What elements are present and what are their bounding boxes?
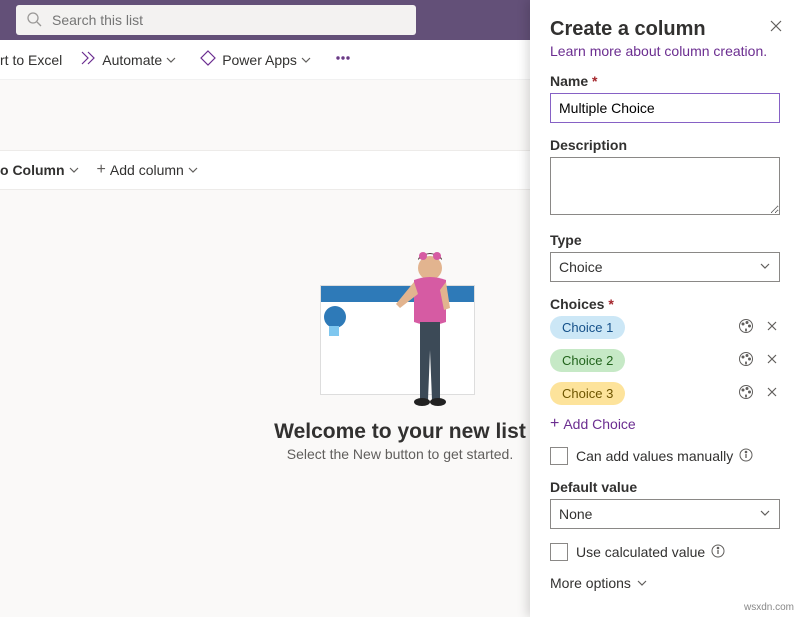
choice-pill[interactable]: Choice 2 bbox=[550, 349, 625, 372]
remove-choice-icon[interactable] bbox=[764, 318, 780, 337]
choice-row: Choice 3 bbox=[550, 382, 780, 405]
default-value: None bbox=[559, 506, 592, 522]
chevron-down-icon bbox=[759, 259, 771, 275]
close-button[interactable] bbox=[768, 18, 784, 37]
panel-title: Create a column bbox=[550, 18, 780, 41]
type-value: Choice bbox=[559, 259, 603, 275]
hero-subtitle: Select the New button to get started. bbox=[240, 446, 560, 462]
hero: + Welcome to your new list Select the Ne… bbox=[240, 250, 560, 462]
add-choice-button[interactable]: + Add Choice bbox=[550, 415, 780, 433]
type-label: Type bbox=[550, 232, 780, 248]
ellipsis-icon bbox=[335, 50, 357, 69]
calc-label: Use calculated value bbox=[576, 544, 705, 560]
add-column-label: Add column bbox=[110, 162, 184, 178]
manual-label: Can add values manually bbox=[576, 448, 733, 464]
plus-icon: + bbox=[550, 415, 559, 433]
more-label: More options bbox=[550, 575, 631, 591]
description-label: Description bbox=[550, 137, 780, 153]
column-header[interactable]: o Column bbox=[0, 162, 79, 178]
choice-pill[interactable]: Choice 3 bbox=[550, 382, 625, 405]
more-commands-button[interactable] bbox=[335, 50, 357, 69]
palette-icon[interactable] bbox=[738, 384, 754, 403]
chevron-down-icon bbox=[759, 506, 771, 522]
choices-label: Choices * bbox=[550, 296, 780, 312]
checkbox-box bbox=[550, 543, 568, 561]
chevron-down-icon bbox=[69, 162, 79, 178]
create-column-panel: Create a column Learn more about column … bbox=[530, 0, 800, 617]
type-select[interactable]: Choice bbox=[550, 252, 780, 282]
add-choice-label: Add Choice bbox=[563, 416, 635, 432]
remove-choice-icon[interactable] bbox=[764, 351, 780, 370]
search-icon bbox=[26, 11, 50, 30]
excel-label: rt to Excel bbox=[0, 52, 62, 68]
search-box[interactable] bbox=[16, 5, 416, 35]
info-icon bbox=[733, 448, 753, 465]
hero-title: Welcome to your new list bbox=[240, 420, 560, 444]
remove-choice-icon[interactable] bbox=[764, 384, 780, 403]
default-value-label: Default value bbox=[550, 479, 780, 495]
export-to-excel-button[interactable]: rt to Excel bbox=[0, 52, 62, 68]
description-input[interactable] bbox=[550, 157, 780, 215]
column-label: o Column bbox=[0, 162, 65, 178]
name-label: Name * bbox=[550, 73, 780, 89]
choices-list: Choice 1 Choice 2 Choice 3 bbox=[550, 316, 780, 405]
search-input[interactable] bbox=[50, 11, 406, 29]
automate-label: Automate bbox=[102, 52, 162, 68]
chevron-down-icon bbox=[301, 52, 317, 68]
more-options-toggle[interactable]: More options bbox=[550, 575, 780, 591]
info-icon bbox=[705, 544, 725, 561]
hero-illustration: + bbox=[320, 250, 480, 410]
checkbox-box bbox=[550, 447, 568, 465]
power-apps-button[interactable]: Power Apps bbox=[200, 50, 317, 69]
manual-values-checkbox[interactable]: Can add values manually bbox=[550, 447, 780, 465]
default-value-select[interactable]: None bbox=[550, 499, 780, 529]
name-input[interactable] bbox=[550, 93, 780, 123]
flow-icon bbox=[80, 50, 102, 69]
plus-icon: + bbox=[97, 161, 106, 179]
add-column-button[interactable]: + Add column bbox=[97, 161, 198, 179]
chevron-down-icon bbox=[188, 162, 198, 178]
automate-button[interactable]: Automate bbox=[80, 50, 182, 69]
watermark: wsxdn.com bbox=[744, 602, 794, 613]
powerapps-icon bbox=[200, 50, 222, 69]
calculated-value-checkbox[interactable]: Use calculated value bbox=[550, 543, 780, 561]
choice-row: Choice 2 bbox=[550, 349, 780, 372]
palette-icon[interactable] bbox=[738, 351, 754, 370]
learn-more-link[interactable]: Learn more about column creation. bbox=[550, 43, 780, 59]
powerapps-label: Power Apps bbox=[222, 52, 297, 68]
palette-icon[interactable] bbox=[738, 318, 754, 337]
chevron-down-icon bbox=[637, 575, 647, 591]
choice-pill[interactable]: Choice 1 bbox=[550, 316, 625, 339]
chevron-down-icon bbox=[166, 52, 182, 68]
choice-row: Choice 1 bbox=[550, 316, 780, 339]
